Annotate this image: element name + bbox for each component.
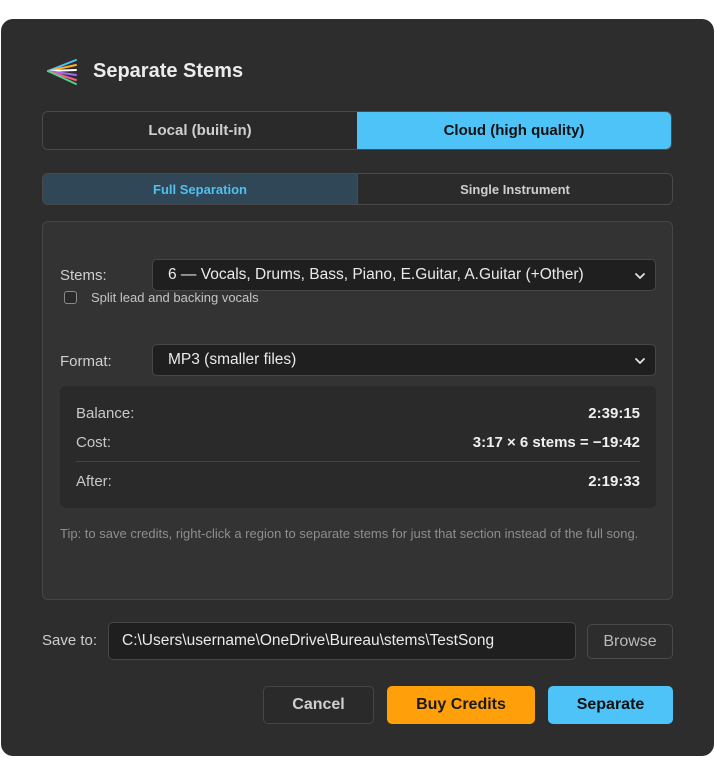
balance-label: Balance: [76,405,135,422]
stems-label: Stems: [60,267,107,284]
divider [76,461,640,462]
save-to-label: Save to: [42,632,98,649]
dialog-title: Separate Stems [93,59,244,82]
separation-type-selector: Full Separation Single Instrument [42,173,673,205]
cancel-button[interactable]: Cancel [263,686,374,724]
after-label: After: [76,473,112,490]
format-select[interactable]: MP3 (smaller files) [152,344,656,376]
browse-button[interactable]: Browse [587,624,673,659]
tab-cloud[interactable]: Cloud (high quality) [357,112,671,149]
balance-value: 2:39:15 [588,405,640,422]
tab-single-instrument[interactable]: Single Instrument [357,174,672,204]
after-row: After: 2:19:33 [76,473,640,490]
after-value: 2:19:33 [588,473,640,490]
stems-select-value: 6 — Vocals, Drums, Bass, Piano, E.Guitar… [168,266,584,283]
tab-local[interactable]: Local (built-in) [43,112,357,149]
separate-button[interactable]: Separate [548,686,673,724]
buy-credits-button[interactable]: Buy Credits [387,686,535,724]
credits-summary: Balance: 2:39:15 Cost: 3:17 × 6 stems = … [60,386,656,508]
stems-fan-icon [45,56,79,86]
balance-row: Balance: 2:39:15 [76,405,640,422]
format-select-value: MP3 (smaller files) [168,351,297,368]
format-label: Format: [60,353,112,370]
tip-text: Tip: to save credits, right-click a regi… [60,526,639,541]
chevron-down-icon [635,358,645,364]
stems-select[interactable]: 6 — Vocals, Drums, Bass, Piano, E.Guitar… [152,259,656,291]
split-vocals-label[interactable]: Split lead and backing vocals [91,290,259,305]
separate-stems-dialog: Separate Stems Local (built-in) Cloud (h… [1,19,714,756]
cost-label: Cost: [76,434,112,451]
split-vocals-checkbox[interactable] [64,291,77,304]
tab-full-separation[interactable]: Full Separation [43,174,357,204]
mode-selector: Local (built-in) Cloud (high quality) [42,111,672,150]
save-path-input[interactable]: C:\Users\username\OneDrive\Bureau\stems\… [108,622,576,660]
split-vocals-row: Split lead and backing vocals [64,290,259,305]
dialog-header: Separate Stems [45,53,243,89]
chevron-down-icon [635,273,645,279]
cost-value: 3:17 × 6 stems = −19:42 [472,434,640,451]
cost-row: Cost: 3:17 × 6 stems = −19:42 [76,434,640,451]
options-panel: Stems: 6 — Vocals, Drums, Bass, Piano, E… [42,221,673,600]
